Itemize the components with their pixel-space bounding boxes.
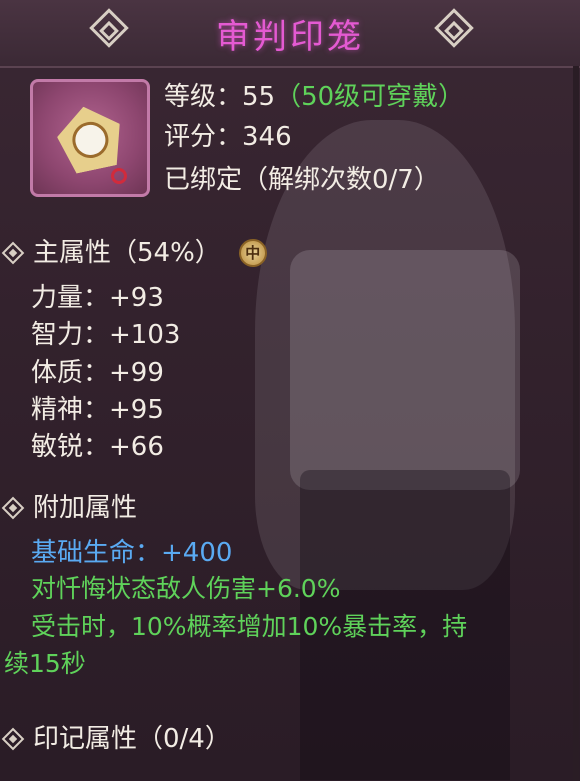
quality-medal-icon[interactable]: 中 [238,239,267,267]
extra-crit-effect: 受击时，10%概率增加10%暴击率，持 [31,612,468,641]
title-bar: 审判印笼 [0,0,580,68]
extra-damage-bonus: 对忏悔状态敌人伤害+6.0% [31,574,341,603]
attr-agility: 敏锐：+66 [31,432,164,462]
extra-base-hp: 基础生命：+400 [31,538,233,568]
extra-crit-duration: 续15秒 [4,649,86,678]
diamond-bullet-icon [1,241,25,265]
tassel-icon [111,168,127,184]
diamond-bullet-icon [1,496,25,520]
item-level-line: 等级：55（50级可穿戴） [164,82,464,112]
scrollbar-track[interactable] [573,66,579,781]
item-level-requirement: （50级可穿戴） [275,82,465,112]
item-bound-status: 已绑定（解绑次数0/7） [164,165,440,195]
main-attr-title: 主属性（54%） [33,238,221,268]
main-attr-header: 主属性（54%） 中 [0,238,267,268]
extra-attr-title: 附加属性 [33,493,138,523]
attr-constitution: 体质：+99 [31,358,164,388]
attr-intelligence: 智力：+103 [31,320,181,350]
character-robe-silhouette [290,250,520,490]
item-tooltip-panel: 审判印笼 等级：55（50级可穿戴） 评分：346 已绑定（解绑次数0/7） 主… [0,0,580,781]
ornament-right-icon [434,8,474,48]
attr-strength: 力量：+93 [31,283,164,313]
diamond-bullet-icon [1,727,25,751]
amulet-icon [52,100,128,176]
amulet-emblem [69,119,112,162]
item-icon-frame[interactable] [30,79,150,197]
mark-attr-header: 印记属性（0/4） [0,724,231,754]
attr-spirit: 精神：+95 [31,395,164,425]
item-title: 审判印笼 [216,16,364,57]
item-score: 评分：346 [164,122,292,152]
extra-attr-header: 附加属性 [0,493,137,523]
item-level: 等级：55 [164,82,276,112]
ornament-left-icon [89,8,129,48]
mark-attr-title: 印记属性（0/4） [33,724,231,754]
